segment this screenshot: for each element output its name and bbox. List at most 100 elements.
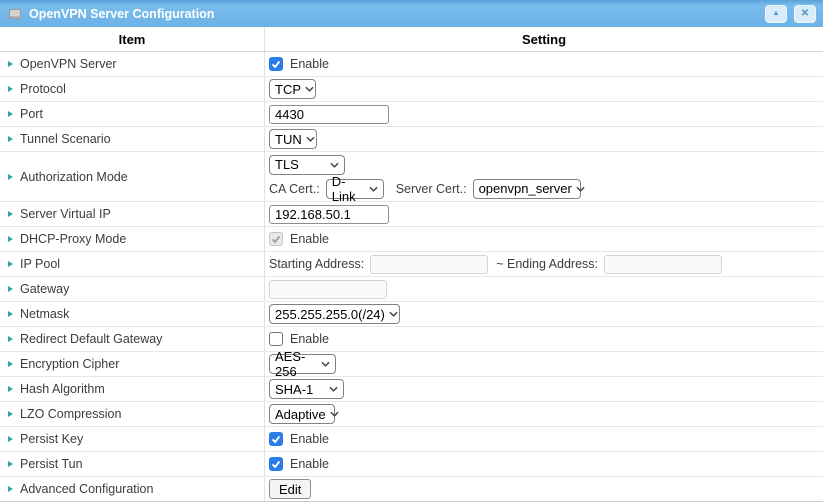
dhcp-proxy-enable-checkbox xyxy=(269,232,283,246)
window-icon xyxy=(9,9,21,19)
encryption-cipher-select[interactable]: AES-256 xyxy=(269,354,336,374)
selected-value: TCP xyxy=(275,82,301,97)
item-label: IP Pool xyxy=(20,257,60,271)
arrow-bullet-icon xyxy=(8,86,13,92)
row-hash-algorithm: Hash Algorithm SHA-1 xyxy=(0,377,823,402)
close-button[interactable]: ✕ xyxy=(794,5,816,23)
item-label: OpenVPN Server xyxy=(20,57,117,71)
chevron-down-icon xyxy=(389,311,398,317)
item-label: Protocol xyxy=(20,82,66,96)
item-label: Persist Tun xyxy=(20,457,83,471)
chevron-down-icon xyxy=(330,411,339,417)
row-netmask: Netmask 255.255.255.0(/24) xyxy=(0,302,823,327)
row-redirect-default-gateway: Redirect Default Gateway Enable xyxy=(0,327,823,352)
chevron-down-icon xyxy=(305,86,314,92)
selected-value: openvpn_server xyxy=(479,181,572,196)
collapse-button[interactable]: ▲ xyxy=(765,5,787,23)
window-title: OpenVPN Server Configuration xyxy=(29,7,758,21)
persist-tun-enable-checkbox[interactable] xyxy=(269,457,283,471)
ca-cert-select[interactable]: D-Link xyxy=(326,179,384,199)
item-label: Netmask xyxy=(20,307,69,321)
arrow-bullet-icon xyxy=(8,261,13,267)
row-protocol: Protocol TCP xyxy=(0,77,823,102)
arrow-bullet-icon xyxy=(8,136,13,142)
server-virtual-ip-input[interactable] xyxy=(269,205,389,224)
ip-pool-start-input xyxy=(370,255,488,274)
row-persist-tun: Persist Tun Enable xyxy=(0,452,823,477)
chevron-down-icon xyxy=(369,186,378,192)
arrow-bullet-icon xyxy=(8,311,13,317)
ending-address-label: ~ Ending Address: xyxy=(496,257,598,271)
row-port: Port xyxy=(0,102,823,127)
header-item: Item xyxy=(0,27,265,51)
openvpn-server-configuration-panel: OpenVPN Server Configuration ▲ ✕ Item Se… xyxy=(0,0,823,502)
item-label: Hash Algorithm xyxy=(20,382,105,396)
starting-address-label: Starting Address: xyxy=(269,257,364,271)
protocol-select[interactable]: TCP xyxy=(269,79,316,99)
chevron-down-icon xyxy=(330,162,339,168)
item-label: Redirect Default Gateway xyxy=(20,332,162,346)
row-encryption-cipher: Encryption Cipher AES-256 xyxy=(0,352,823,377)
chevron-down-icon xyxy=(321,361,330,367)
chevron-down-icon xyxy=(306,136,315,142)
row-lzo-compression: LZO Compression Adaptive xyxy=(0,402,823,427)
arrow-bullet-icon xyxy=(8,286,13,292)
item-label: Advanced Configuration xyxy=(20,482,153,496)
arrow-bullet-icon xyxy=(8,336,13,342)
arrow-bullet-icon xyxy=(8,386,13,392)
selected-value: TUN xyxy=(275,132,302,147)
selected-value: Adaptive xyxy=(275,407,326,422)
row-authorization-mode: Authorization Mode TLS CA Cert.: D-Link … xyxy=(0,152,823,202)
row-server-virtual-ip: Server Virtual IP xyxy=(0,202,823,227)
table-header-row: Item Setting xyxy=(0,27,823,52)
advanced-configuration-edit-button[interactable]: Edit xyxy=(269,479,311,499)
enable-label: Enable xyxy=(290,232,329,246)
item-label: DHCP-Proxy Mode xyxy=(20,232,126,246)
selected-value: AES-256 xyxy=(275,349,317,379)
arrow-bullet-icon xyxy=(8,174,13,180)
arrow-bullet-icon xyxy=(8,361,13,367)
ca-cert-label: CA Cert.: xyxy=(269,182,320,196)
row-gateway: Gateway xyxy=(0,277,823,302)
arrow-bullet-icon xyxy=(8,486,13,492)
port-input[interactable] xyxy=(269,105,389,124)
arrow-bullet-icon xyxy=(8,236,13,242)
openvpn-server-enable-checkbox[interactable] xyxy=(269,57,283,71)
selected-value: 255.255.255.0(/24) xyxy=(275,307,385,322)
chevron-down-icon xyxy=(576,186,585,192)
redirect-default-gateway-enable-checkbox[interactable] xyxy=(269,332,283,346)
server-cert-label: Server Cert.: xyxy=(396,182,467,196)
hash-algorithm-select[interactable]: SHA-1 xyxy=(269,379,344,399)
arrow-bullet-icon xyxy=(8,411,13,417)
close-icon: ✕ xyxy=(801,9,809,19)
enable-label: Enable xyxy=(290,57,329,71)
header-setting: Setting xyxy=(265,27,823,51)
selected-value: TLS xyxy=(275,157,299,172)
gateway-input xyxy=(269,280,387,299)
collapse-arrow-icon: ▲ xyxy=(773,10,780,17)
row-advanced-configuration: Advanced Configuration Edit xyxy=(0,477,823,502)
row-persist-key: Persist Key Enable xyxy=(0,427,823,452)
persist-key-enable-checkbox[interactable] xyxy=(269,432,283,446)
row-dhcp-proxy-mode: DHCP-Proxy Mode Enable xyxy=(0,227,823,252)
server-cert-select[interactable]: openvpn_server xyxy=(473,179,581,199)
arrow-bullet-icon xyxy=(8,111,13,117)
item-label: Authorization Mode xyxy=(20,170,128,184)
item-label: Tunnel Scenario xyxy=(20,132,111,146)
item-label: Encryption Cipher xyxy=(20,357,119,371)
enable-label: Enable xyxy=(290,457,329,471)
lzo-compression-select[interactable]: Adaptive xyxy=(269,404,335,424)
ip-pool-end-input xyxy=(604,255,722,274)
row-openvpn-server: OpenVPN Server Enable xyxy=(0,52,823,77)
arrow-bullet-icon xyxy=(8,436,13,442)
enable-label: Enable xyxy=(290,332,329,346)
netmask-select[interactable]: 255.255.255.0(/24) xyxy=(269,304,400,324)
arrow-bullet-icon xyxy=(8,461,13,467)
row-tunnel-scenario: Tunnel Scenario TUN xyxy=(0,127,823,152)
selected-value: D-Link xyxy=(332,174,365,204)
item-label: Server Virtual IP xyxy=(20,207,111,221)
tunnel-scenario-select[interactable]: TUN xyxy=(269,129,317,149)
authorization-mode-select[interactable]: TLS xyxy=(269,155,345,175)
enable-label: Enable xyxy=(290,432,329,446)
item-label: Persist Key xyxy=(20,432,83,446)
